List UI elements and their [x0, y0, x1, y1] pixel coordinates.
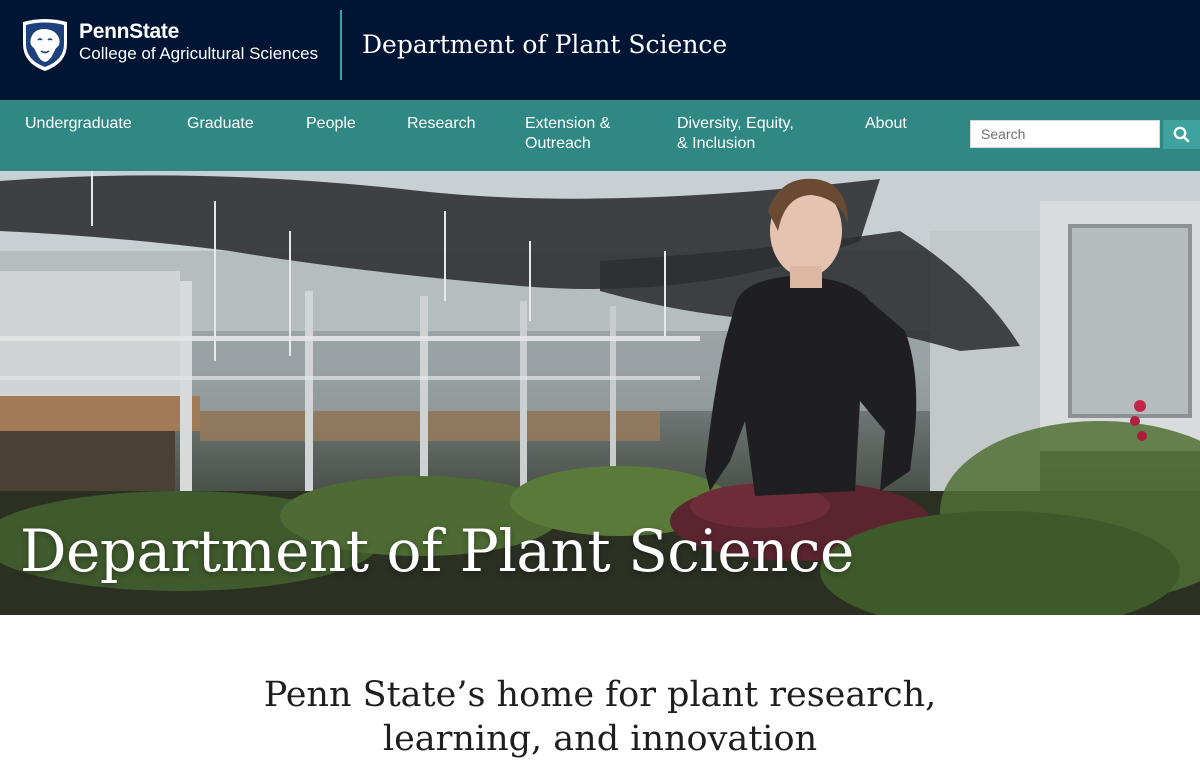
nav-item-graduate[interactable]: Graduate: [187, 114, 254, 134]
nav-item-extension-outreach[interactable]: Extension & Outreach: [525, 114, 610, 154]
search-input[interactable]: [970, 120, 1160, 148]
intro-headline: Penn State’s home for plant research, le…: [263, 675, 937, 759]
header-divider: [340, 10, 342, 80]
main-navigation: Undergraduate Graduate People Research E…: [0, 100, 1200, 171]
department-name-link[interactable]: Department of Plant Science: [362, 30, 727, 59]
nav-item-people[interactable]: People: [306, 114, 356, 134]
brand-name[interactable]: PennState: [79, 20, 179, 44]
nav-item-undergraduate[interactable]: Undergraduate: [25, 114, 132, 134]
search-icon: [1173, 126, 1190, 143]
hero-title: Department of Plant Science: [20, 517, 854, 585]
nav-item-diversity-equity-inclusion[interactable]: Diversity, Equity, & Inclusion: [677, 114, 794, 154]
college-name[interactable]: College of Agricultural Sciences: [79, 44, 318, 64]
nav-item-about[interactable]: About: [865, 114, 907, 134]
penn-state-shield-logo[interactable]: [20, 18, 70, 72]
hero-banner: Department of Plant Science: [0, 171, 1200, 615]
site-header: PennState College of Agricultural Scienc…: [0, 0, 1200, 100]
intro-section: Penn State’s home for plant research, le…: [0, 615, 1200, 759]
nav-item-research[interactable]: Research: [407, 114, 475, 134]
search-button[interactable]: [1163, 120, 1200, 149]
